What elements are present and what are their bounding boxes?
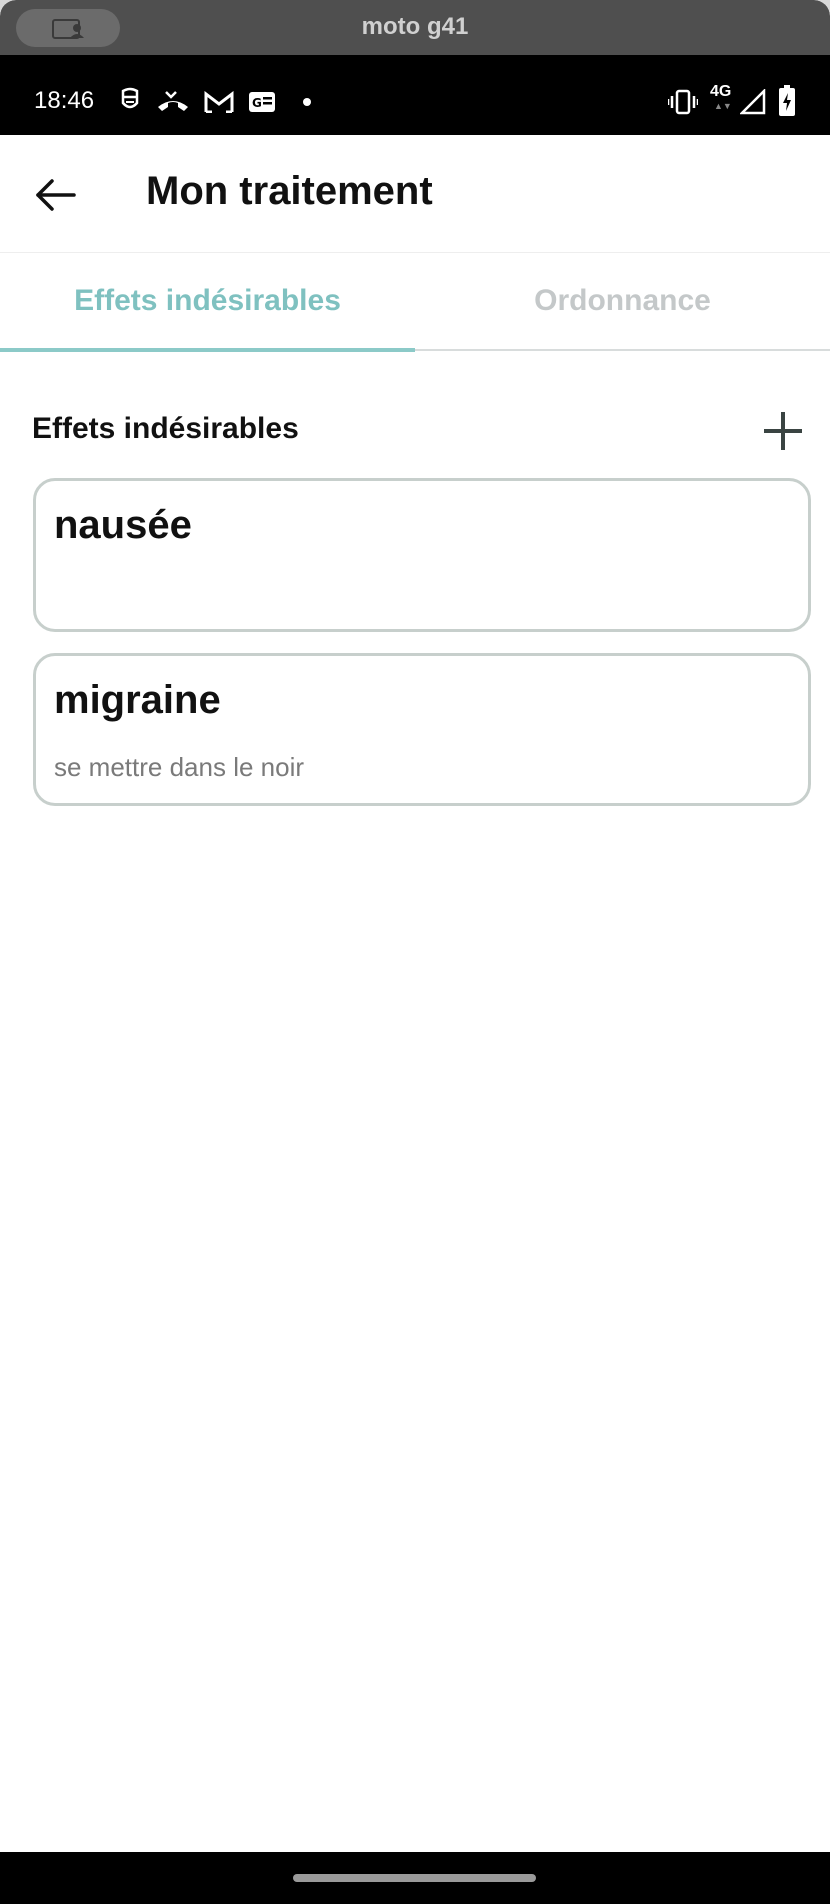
device-name: moto g41 bbox=[361, 13, 469, 40]
status-time: 18:46 bbox=[34, 87, 95, 114]
section-title: Effets indésirables bbox=[32, 412, 299, 445]
data-arrows: ▲▼ bbox=[714, 101, 732, 111]
signal-icon bbox=[740, 89, 766, 115]
arrow-left-icon[interactable] bbox=[32, 173, 82, 217]
device-frame: moto g41 18:46 G 4G ▲▼ Mon traitement Ef… bbox=[0, 0, 830, 1904]
news-icon: G bbox=[249, 92, 275, 112]
network-4g-icon: 4G ▲▼ bbox=[710, 83, 736, 111]
dot-icon bbox=[303, 98, 311, 106]
navigation-bar bbox=[0, 1852, 830, 1904]
vibrate-icon bbox=[668, 89, 698, 115]
tab-bar: Effets indésirables Ordonnance bbox=[0, 253, 830, 352]
effect-card-nausee[interactable]: nausée bbox=[33, 478, 811, 632]
face-icon bbox=[121, 87, 139, 109]
page-title: Mon traitement bbox=[146, 169, 433, 213]
effect-name: migraine bbox=[54, 678, 221, 722]
effect-name: nausée bbox=[54, 503, 192, 547]
battery-charging-icon bbox=[779, 85, 795, 116]
missed-call-icon bbox=[158, 91, 188, 111]
gmail-icon bbox=[204, 91, 234, 113]
network-label: 4G bbox=[710, 83, 732, 100]
effect-note: se mettre dans le noir bbox=[54, 752, 305, 782]
effect-card-migraine[interactable]: migraine se mettre dans le noir bbox=[33, 653, 811, 806]
svg-text:G: G bbox=[252, 96, 262, 110]
app-bar: Mon traitement bbox=[0, 135, 830, 253]
home-gesture-handle[interactable] bbox=[293, 1874, 536, 1882]
status-bar: 18:46 G 4G ▲▼ bbox=[0, 55, 830, 135]
device-title-bar: moto g41 bbox=[0, 0, 830, 55]
plus-icon[interactable] bbox=[758, 406, 808, 456]
tab-ordonnance[interactable]: Ordonnance bbox=[415, 253, 830, 349]
tab-effets-indesirables[interactable]: Effets indésirables bbox=[0, 253, 415, 349]
tab-active-indicator bbox=[0, 348, 415, 352]
